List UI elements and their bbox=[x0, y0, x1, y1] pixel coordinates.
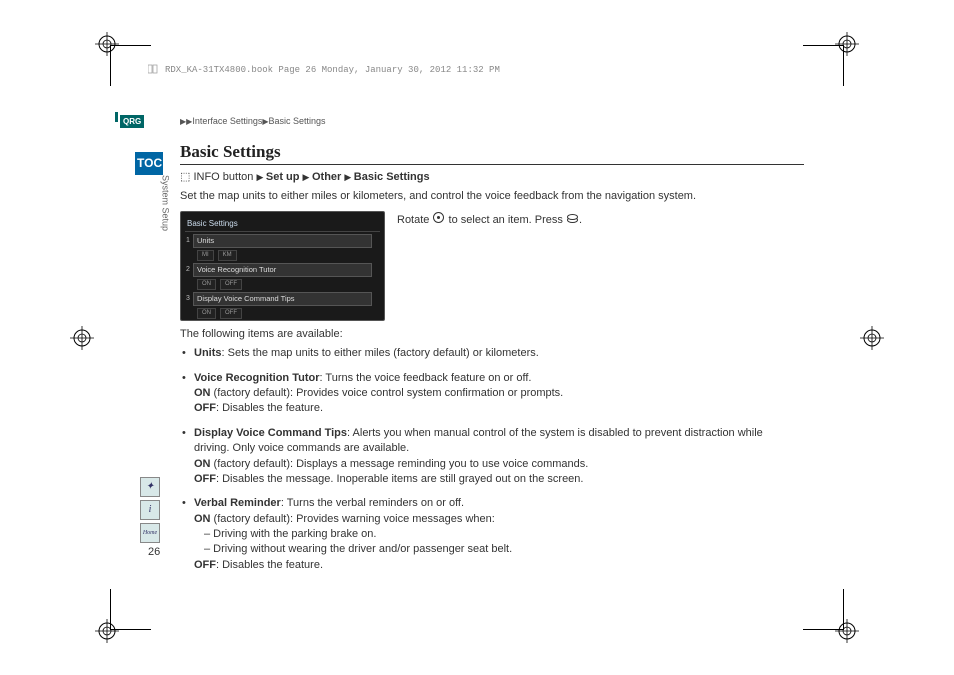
list-item: Units: Sets the map units to either mile… bbox=[180, 346, 784, 361]
voice-icon[interactable]: ✦ bbox=[140, 477, 160, 497]
page-title: Basic Settings bbox=[180, 140, 281, 164]
screenshot-item: 3Display Voice Command Tips bbox=[193, 292, 372, 307]
crop-mark bbox=[803, 45, 844, 86]
info-icon: ⬚ bbox=[180, 171, 193, 183]
instruction-text: Rotate to select an item. Press . bbox=[397, 211, 582, 229]
nav-p1: Set up bbox=[266, 171, 300, 183]
section-marker bbox=[115, 112, 118, 122]
breadcrumb: ▶▶Interface Settings▶Basic Settings bbox=[180, 115, 326, 128]
instr-c: . bbox=[579, 214, 582, 226]
triangle-icon: ▶ bbox=[344, 172, 353, 182]
home-icon[interactable]: Home bbox=[140, 523, 160, 543]
triangle-icon: ▶ bbox=[303, 172, 312, 182]
list-item: Verbal Reminder: Turns the verbal remind… bbox=[180, 496, 784, 573]
device-screenshot: Basic Settings 1UnitsMIKM 2Voice Recognit… bbox=[180, 211, 385, 321]
title-underline bbox=[180, 164, 804, 165]
screenshot-item: 2Voice Recognition Tutor bbox=[193, 263, 372, 278]
screenshot-item: 1Units bbox=[193, 234, 372, 249]
info-icon[interactable]: i bbox=[140, 500, 160, 520]
list-item: Display Voice Command Tips: Alerts you w… bbox=[180, 426, 784, 488]
page-number: 26 bbox=[148, 545, 160, 560]
screenshot-title: Basic Settings bbox=[185, 216, 380, 232]
side-section-label: System Setup bbox=[159, 175, 172, 231]
registration-mark-icon bbox=[70, 326, 94, 350]
nav-p2: Other bbox=[312, 171, 341, 183]
nav-p3: Basic Settings bbox=[354, 171, 430, 183]
rotate-icon bbox=[432, 211, 445, 229]
list-intro: The following items are available: bbox=[180, 327, 784, 342]
crop-mark bbox=[110, 45, 151, 86]
triangle-icon: ▶▶ bbox=[180, 117, 192, 126]
instr-a: Rotate bbox=[397, 214, 429, 226]
press-icon bbox=[566, 211, 579, 229]
breadcrumb-l1: Interface Settings bbox=[192, 116, 262, 126]
items-list: Units: Sets the map units to either mile… bbox=[180, 346, 784, 573]
nav-prefix: INFO button bbox=[193, 171, 253, 183]
screenshot-item-options: ONOFF bbox=[197, 308, 380, 318]
left-icon-bar: ✦ i Home bbox=[140, 477, 160, 543]
instr-b: to select an item. Press bbox=[449, 214, 563, 226]
registration-mark-icon bbox=[860, 326, 884, 350]
document-header: RDX_KA-31TX4800.book Page 26 Monday, Jan… bbox=[165, 64, 500, 77]
list-item: Voice Recognition Tutor: Turns the voice… bbox=[180, 371, 784, 417]
crop-mark bbox=[803, 589, 844, 630]
screenshot-item-options: MIKM bbox=[197, 250, 380, 260]
toc-badge[interactable]: TOC bbox=[135, 152, 163, 175]
navigation-path: ⬚ INFO button ▶ Set up ▶ Other ▶ Basic S… bbox=[180, 170, 784, 185]
breadcrumb-l2: Basic Settings bbox=[269, 116, 326, 126]
triangle-icon: ▶ bbox=[256, 172, 265, 182]
book-icon bbox=[148, 62, 158, 72]
intro-text: Set the map units to either miles or kil… bbox=[180, 189, 784, 204]
content-area: ⬚ INFO button ▶ Set up ▶ Other ▶ Basic S… bbox=[180, 170, 784, 582]
qrg-badge[interactable]: QRG bbox=[120, 115, 144, 128]
crop-mark bbox=[110, 589, 151, 630]
screenshot-item-options: ONOFF bbox=[197, 279, 380, 289]
